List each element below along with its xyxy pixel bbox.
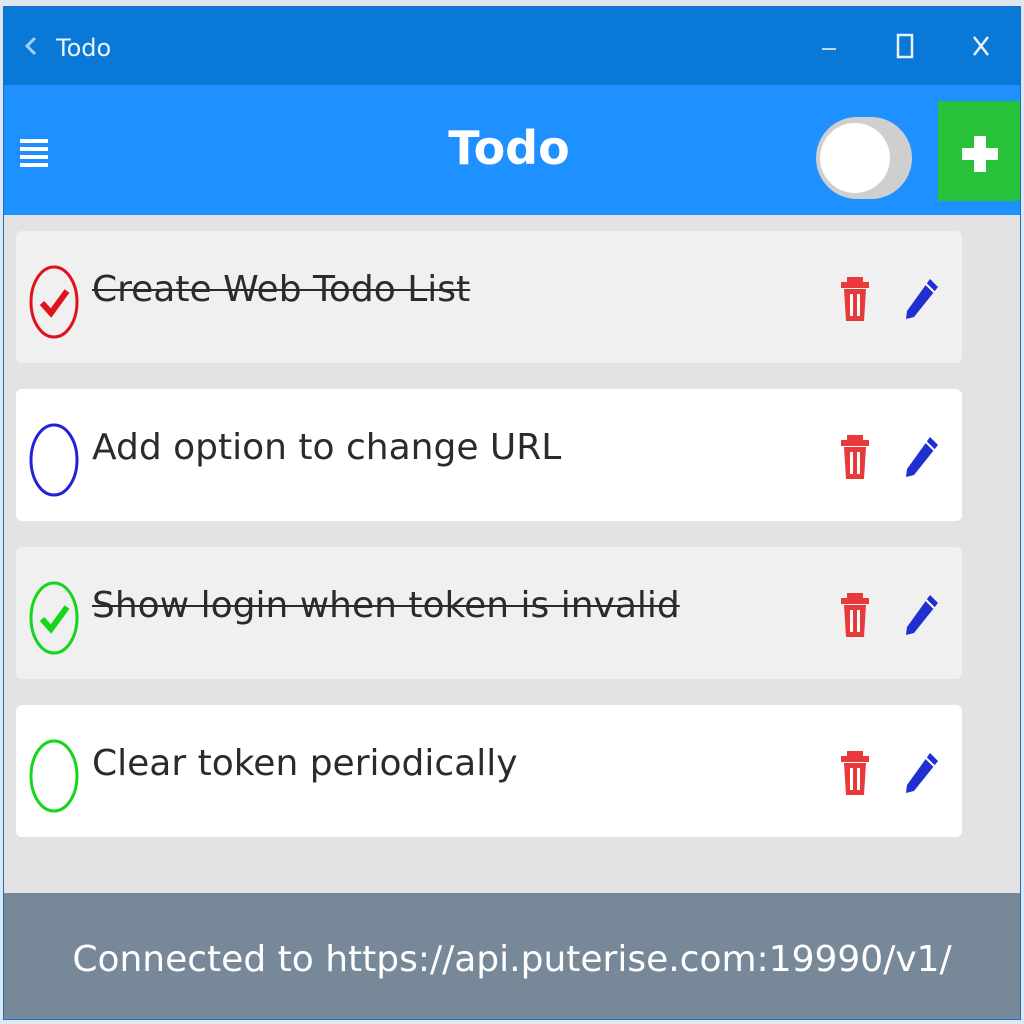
- pencil-icon[interactable]: [904, 435, 940, 479]
- app-header: Todo: [4, 85, 1020, 215]
- maximize-icon[interactable]: [882, 23, 928, 69]
- todo-text[interactable]: Create Web Todo List: [92, 269, 470, 310]
- todo-list: Create Web Todo List Add option to chang…: [16, 231, 962, 863]
- connection-status-bar: Connected to https://api.puterise.com:19…: [4, 893, 1020, 1019]
- unchecked-circle-icon[interactable]: [28, 737, 82, 815]
- theme-toggle[interactable]: [816, 117, 912, 199]
- toggle-knob: [820, 123, 890, 193]
- todo-text[interactable]: Show login when token is invalid: [92, 585, 680, 626]
- trash-icon[interactable]: [838, 591, 872, 639]
- trash-icon[interactable]: [838, 749, 872, 797]
- plus-icon: [962, 136, 998, 172]
- back-arrow-icon: [24, 36, 37, 56]
- checked-circle-icon[interactable]: [28, 263, 82, 341]
- window-title: Todo: [56, 34, 112, 62]
- close-icon[interactable]: [958, 23, 1004, 69]
- todo-item: Create Web Todo List: [16, 231, 962, 363]
- add-todo-button[interactable]: [938, 101, 1020, 201]
- minimize-icon[interactable]: [806, 23, 852, 69]
- unchecked-circle-icon[interactable]: [28, 421, 82, 499]
- todo-item: Show login when token is invalid: [16, 547, 962, 679]
- app-window: Todo Todo Create Web Todo List Add optio…: [3, 6, 1021, 1020]
- pencil-icon[interactable]: [904, 751, 940, 795]
- trash-icon[interactable]: [838, 433, 872, 481]
- todo-text[interactable]: Add option to change URL: [92, 427, 561, 468]
- todo-item: Add option to change URL: [16, 389, 962, 521]
- trash-icon[interactable]: [838, 275, 872, 323]
- todo-item: Clear token periodically: [16, 705, 962, 837]
- pencil-icon[interactable]: [904, 593, 940, 637]
- connection-status-text: Connected to https://api.puterise.com:19…: [72, 939, 952, 980]
- todo-text[interactable]: Clear token periodically: [92, 743, 518, 784]
- window-titlebar[interactable]: Todo: [4, 7, 1020, 85]
- checked-circle-icon[interactable]: [28, 579, 82, 657]
- pencil-icon[interactable]: [904, 277, 940, 321]
